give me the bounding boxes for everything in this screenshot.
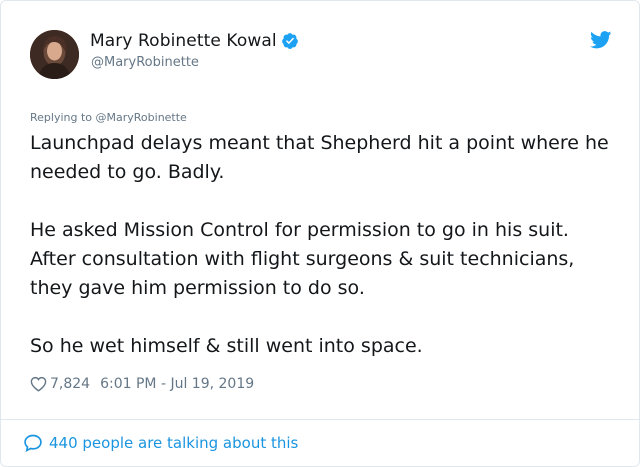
tweet-paragraph: Launchpad delays meant that Shepherd hit… [30,132,609,183]
verified-badge-icon [281,32,299,50]
display-name[interactable]: Mary Robinette Kowal [90,31,277,51]
author-name-row[interactable]: Mary Robinette Kowal [90,31,299,51]
timestamp-link[interactable]: 6:01 PM - Jul 19, 2019 [100,376,254,392]
like-count[interactable]: 7,824 [50,376,90,392]
reply-mention-link[interactable]: @MaryRobinette [96,111,187,124]
tweet-text: Launchpad delays meant that Shepherd hit… [30,129,620,361]
talking-text[interactable]: 440 people are talking about this [49,434,298,452]
speech-bubble-icon [23,433,43,453]
replying-to: Replying to @MaryRobinette [30,111,187,124]
replying-prefix: Replying to [30,111,93,124]
avatar[interactable] [30,30,79,79]
twitter-bird-icon[interactable] [590,31,612,49]
tweet-meta: 7,824 6:01 PM - Jul 19, 2019 [30,376,254,392]
conversation-link[interactable]: 440 people are talking about this [23,433,298,453]
tweet-paragraph: He asked Mission Control for permission … [30,219,575,299]
tweet-paragraph: So he wet himself & still went into spac… [30,335,423,357]
divider [1,419,639,420]
tweet-card: Mary Robinette Kowal @MaryRobinette Repl… [0,0,640,467]
heart-icon[interactable] [30,376,47,392]
handle[interactable]: @MaryRobinette [91,55,199,70]
